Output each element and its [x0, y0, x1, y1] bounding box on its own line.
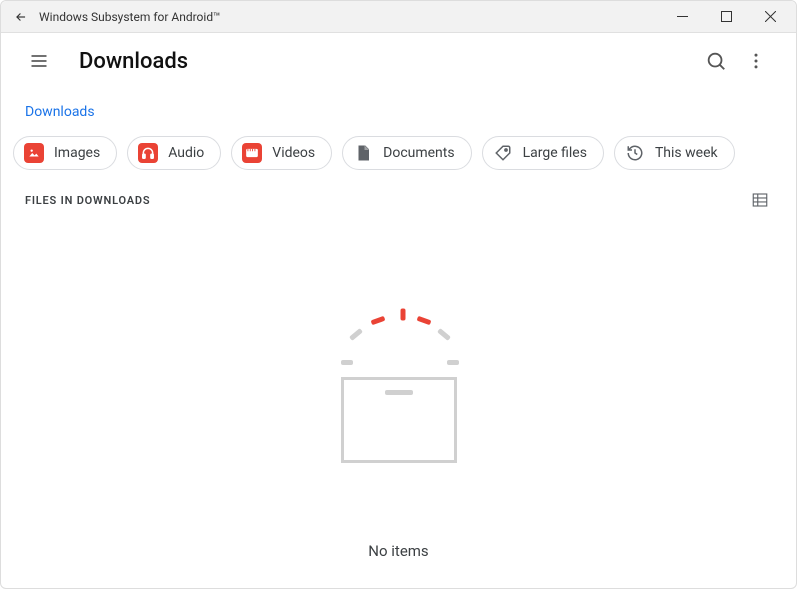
- chip-label: Audio: [168, 145, 204, 161]
- window-controls: [660, 1, 792, 33]
- image-icon: [24, 143, 44, 163]
- chip-large-files[interactable]: Large files: [482, 136, 604, 170]
- chip-label: Images: [54, 145, 100, 161]
- breadcrumb-item[interactable]: Downloads: [25, 104, 95, 120]
- chip-this-week[interactable]: This week: [614, 136, 735, 170]
- page-title: Downloads: [79, 49, 696, 74]
- more-button[interactable]: [736, 41, 776, 81]
- chip-label: Documents: [383, 145, 454, 161]
- tag-icon: [493, 143, 513, 163]
- list-view-button[interactable]: [748, 188, 772, 212]
- chip-label: This week: [655, 145, 718, 161]
- section-header-row: FILES IN DOWNLOADS: [1, 188, 796, 212]
- empty-message: No items: [368, 542, 428, 560]
- filter-chips-row: Images Audio Videos Documents Large file…: [1, 136, 796, 188]
- chip-documents[interactable]: Documents: [342, 136, 471, 170]
- window-titlebar: Windows Subsystem for Android™: [1, 1, 796, 33]
- chip-label: Videos: [272, 145, 315, 161]
- section-label: FILES IN DOWNLOADS: [25, 194, 150, 207]
- back-button[interactable]: [9, 5, 33, 29]
- maximize-button[interactable]: [704, 1, 748, 33]
- breadcrumb: Downloads: [1, 89, 796, 136]
- minimize-button[interactable]: [660, 1, 704, 33]
- chip-images[interactable]: Images: [13, 136, 117, 170]
- history-icon: [625, 143, 645, 163]
- chip-videos[interactable]: Videos: [231, 136, 332, 170]
- video-icon: [242, 143, 262, 163]
- close-button[interactable]: [748, 1, 792, 33]
- headphones-icon: [138, 143, 158, 163]
- window-title: Windows Subsystem for Android™: [39, 10, 660, 24]
- empty-state: No items: [1, 212, 796, 560]
- chip-label: Large files: [523, 145, 587, 161]
- chip-audio[interactable]: Audio: [127, 136, 221, 170]
- search-button[interactable]: [696, 41, 736, 81]
- app-header: Downloads: [1, 33, 796, 89]
- document-icon: [353, 143, 373, 163]
- menu-button[interactable]: [27, 49, 51, 73]
- empty-box-icon: [319, 302, 479, 472]
